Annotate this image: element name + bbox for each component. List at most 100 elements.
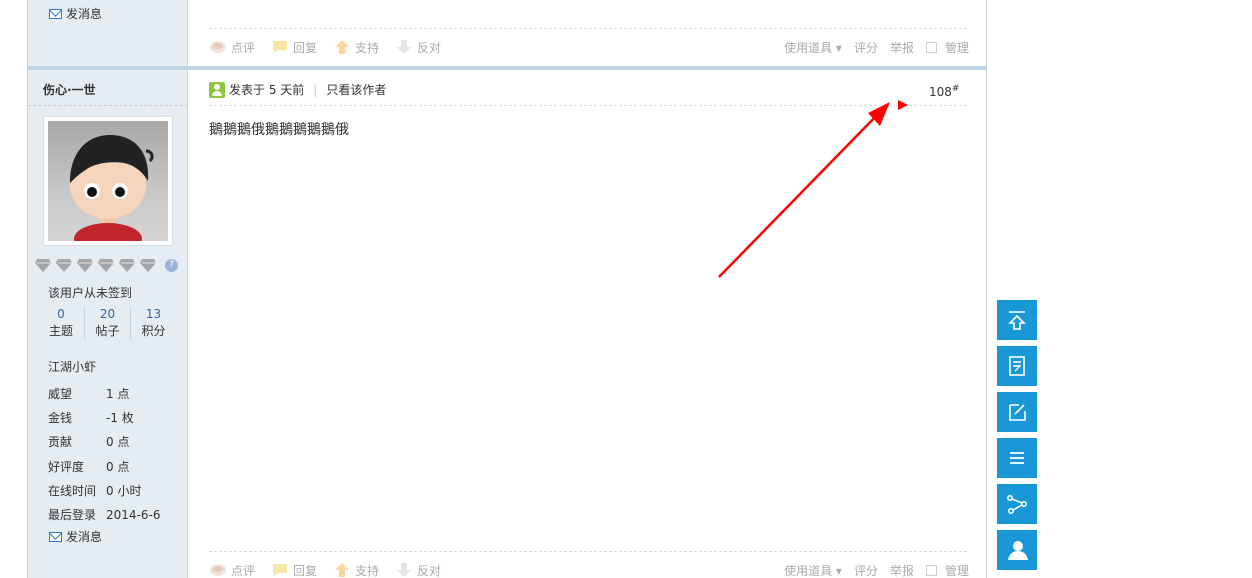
rate-button[interactable]: 点评	[209, 562, 255, 578]
quick-reply-button[interactable]	[997, 392, 1037, 432]
prev-send-message-link[interactable]: 发消息	[49, 5, 102, 22]
user-icon	[1008, 541, 1028, 560]
rate-icon	[210, 41, 226, 53]
menu-button[interactable]	[997, 438, 1037, 478]
info-key: 贡献	[48, 435, 73, 450]
medal-row: ?	[35, 258, 178, 272]
author-name-separator	[28, 105, 188, 106]
rate-label: 点评	[231, 563, 256, 578]
prev-reply-button[interactable]: 回复	[271, 39, 317, 56]
stat-points[interactable]: 13 积分	[130, 306, 176, 340]
diamond-medal-icon	[77, 259, 93, 272]
prev-post-tools: 使用道具 ▾ 评分 举报 管理	[784, 39, 969, 56]
prev-manage-checkbox[interactable]	[925, 41, 937, 53]
send-message-link[interactable]: 发消息	[49, 528, 102, 545]
support-label: 支持	[355, 563, 380, 578]
prev-post-actions: 点评 回复 支持 反对 使用道具 ▾ 评分 举报 管理	[209, 37, 969, 57]
edit-icon	[1009, 404, 1026, 421]
info-key: 金钱	[48, 410, 73, 425]
back-to-top-icon	[1008, 311, 1026, 330]
help-icon[interactable]: ?	[165, 258, 178, 272]
user-online-icon	[209, 81, 225, 98]
mail-icon	[49, 8, 62, 19]
post-body: 鵝鵝鵝俄鵝鵝鵝鵝鵝俄	[209, 122, 349, 138]
user-button[interactable]	[997, 530, 1037, 570]
prev-oppose-button[interactable]: 反对	[395, 39, 441, 56]
mail-icon	[49, 531, 62, 542]
author-stats: 0 主题 20 帖子 13 积分	[38, 306, 176, 340]
report-link[interactable]: 举报	[890, 562, 914, 578]
prev-actions-separator	[209, 28, 967, 29]
support-arrow-icon	[335, 40, 350, 54]
reply-label: 回复	[293, 40, 318, 55]
info-row: 最后登录 2014-6-6	[48, 502, 160, 526]
info-value: 1 点	[106, 386, 130, 401]
post-header: 发表于 5 天前 | 只看该作者	[209, 81, 386, 98]
stat-label: 积分	[141, 324, 166, 338]
view-author-only-link[interactable]: 只看该作者	[326, 81, 386, 98]
post-list-button[interactable]	[997, 346, 1037, 386]
info-value: 0 点	[106, 435, 130, 450]
prev-score-link[interactable]: 评分	[854, 39, 878, 56]
prev-send-message-label: 发消息	[66, 7, 103, 21]
back-to-top-button[interactable]	[997, 300, 1037, 340]
diamond-medal-icon	[56, 259, 72, 272]
use-tool-label: 使用道具	[784, 40, 833, 55]
info-key: 威望	[48, 386, 73, 401]
info-row: 威望 1 点	[48, 381, 160, 405]
send-message-label: 发消息	[66, 530, 103, 544]
stat-label: 主题	[48, 324, 73, 338]
rate-icon	[210, 564, 226, 576]
prev-rate-button[interactable]: 点评	[209, 39, 255, 56]
manage-label: 管理	[944, 563, 969, 578]
info-row: 好评度 0 点	[48, 454, 160, 478]
author-info: 威望 1 点 金钱 -1 枚 贡献 0 点 好评度 0 点 在线时间 0 小时 最后登录 2…	[48, 381, 160, 527]
checkin-status: 该用户从未签到	[48, 286, 133, 300]
use-tool-menu[interactable]: 使用道具 ▾	[784, 562, 842, 578]
support-button[interactable]: 支持	[333, 562, 379, 578]
stat-posts[interactable]: 20 帖子	[84, 306, 130, 340]
actions-separator	[209, 551, 967, 552]
use-tool-label: 使用道具	[784, 563, 833, 578]
info-key: 最后登录	[48, 508, 97, 523]
diamond-medal-icon	[119, 259, 135, 272]
oppose-label: 反对	[417, 40, 442, 55]
stat-value: 13	[145, 307, 162, 321]
diamond-medal-icon	[140, 259, 156, 272]
reply-button[interactable]: 回复	[271, 562, 317, 578]
post-header-separator	[209, 105, 967, 106]
info-value: 0 点	[106, 459, 130, 474]
author-name-link[interactable]: 伤心·一世	[43, 81, 96, 98]
reply-icon	[273, 564, 288, 576]
floor-number: 108	[929, 85, 952, 99]
prev-use-tool-menu[interactable]: 使用道具 ▾	[784, 39, 842, 56]
header-divider: |	[313, 82, 318, 97]
stat-value: 20	[99, 307, 116, 321]
share-button[interactable]	[997, 484, 1037, 524]
post-list-icon	[1009, 356, 1025, 376]
prev-manage-control: 管理	[925, 39, 969, 56]
diamond-medal-icon	[35, 259, 51, 272]
reply-label: 回复	[293, 563, 318, 578]
oppose-button[interactable]: 反对	[395, 562, 441, 578]
oppose-arrow-icon	[397, 563, 412, 577]
rate-label: 点评	[231, 40, 256, 55]
info-key: 在线时间	[48, 483, 97, 498]
prev-report-link[interactable]: 举报	[890, 39, 914, 56]
floor-number-link[interactable]: 108#	[929, 84, 959, 99]
info-row: 在线时间 0 小时	[48, 478, 160, 502]
info-value: 0 小时	[106, 483, 142, 498]
info-row: 贡献 0 点	[48, 430, 160, 454]
stat-threads[interactable]: 0 主题	[38, 306, 84, 340]
floor-suffix: #	[951, 84, 960, 94]
stat-value: 0	[57, 307, 65, 321]
manage-control: 管理	[925, 562, 969, 578]
manage-checkbox[interactable]	[925, 564, 937, 576]
diamond-medal-icon	[98, 259, 114, 272]
post-actions: 点评 回复 支持 反对 使用道具 ▾ 评分 举报 管理	[209, 560, 969, 578]
prev-support-button[interactable]: 支持	[333, 39, 379, 56]
share-icon	[1007, 495, 1027, 514]
score-link[interactable]: 评分	[854, 562, 878, 578]
avatar[interactable]	[43, 116, 173, 255]
info-value: -1 枚	[106, 410, 134, 425]
